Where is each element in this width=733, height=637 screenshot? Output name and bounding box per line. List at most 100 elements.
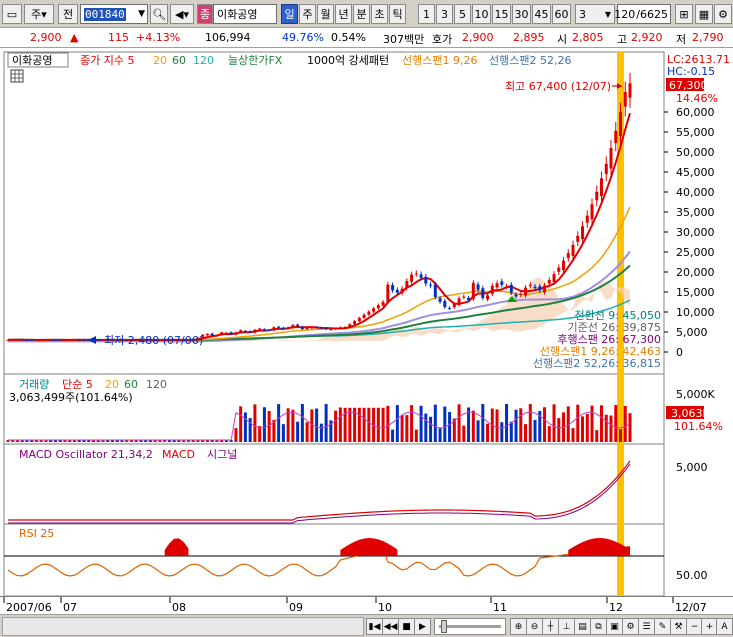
volume-legend-ma60[interactable]: 60 <box>124 378 138 391</box>
interval-select[interactable]: 3 ▼ <box>575 4 615 24</box>
interval-button[interactable]: 1 <box>418 4 435 24</box>
candle-body <box>310 327 314 329</box>
legend-pattern[interactable]: 1000억 강세패턴 <box>307 54 389 67</box>
stop-icon[interactable]: ■ <box>398 618 415 635</box>
candle-body <box>395 289 399 293</box>
crosshair-icon[interactable]: ┼ <box>542 618 559 635</box>
market-label: 주 <box>31 8 42 21</box>
volume-legend-ma[interactable]: 단순 5 <box>62 378 93 391</box>
volume-title[interactable]: 거래량 <box>19 378 49 391</box>
scroll-first-icon[interactable]: ▮◀ <box>366 618 383 635</box>
interval-button[interactable]: 5 <box>454 4 471 24</box>
ask-price-2: 2,895 <box>513 31 545 44</box>
tools-icon[interactable]: ⚒ <box>670 618 687 635</box>
period-button[interactable]: 분 <box>353 4 370 24</box>
candle-body <box>30 340 34 342</box>
time-label: 08 <box>172 601 186 614</box>
time-label: 12 <box>609 601 623 614</box>
volume-bar <box>519 408 523 442</box>
last-pct: 14.46% <box>676 92 718 105</box>
zoom-out-icon[interactable]: ⊖ <box>526 618 543 635</box>
copy-icon[interactable]: ⧉ <box>590 618 607 635</box>
search-icon[interactable]: 🔍︎ <box>150 4 168 24</box>
price-tick-label: 25,000 <box>676 246 715 259</box>
volume-bar <box>410 405 414 442</box>
candle-body <box>357 317 361 322</box>
period-button[interactable]: 주 <box>299 4 316 24</box>
price-tick-label: 15,000 <box>676 286 715 299</box>
chart-svg[interactable]: 이화공영 종가 지수 5 20 60 120 늘상한가FX 1000억 강세패턴… <box>0 48 733 597</box>
volume-legend-ma20[interactable]: 20 <box>105 378 119 391</box>
macd-y-tick: 5,000 <box>676 461 708 474</box>
volume-bar <box>552 404 556 442</box>
candle-body <box>353 321 357 325</box>
legend-ma120[interactable]: 120 <box>193 54 214 67</box>
volume-bar <box>500 422 504 442</box>
code-input[interactable]: 001840 ▼ <box>80 4 148 24</box>
candle-body <box>571 244 575 256</box>
volume-bar <box>296 421 300 442</box>
macd-title[interactable]: MACD Oscillator 21,34,2 <box>19 448 153 461</box>
window-icon[interactable]: ▭ <box>2 4 22 24</box>
legend-parabolic[interactable]: 늘상한가FX <box>228 54 283 67</box>
candle-body <box>286 327 290 329</box>
interval-button[interactable]: 60 <box>552 4 571 24</box>
period-button[interactable]: 년 <box>335 4 352 24</box>
price-change-pct: +4.13% <box>136 31 181 44</box>
macd-legend-macd[interactable]: MACD <box>162 448 195 461</box>
period-button[interactable]: 일 <box>281 4 298 24</box>
horizontal-scrollbar[interactable] <box>2 617 364 636</box>
legend-span1[interactable]: 선행스팬1 9,26 <box>402 54 477 67</box>
candle-body <box>381 302 385 306</box>
scroll-next-icon[interactable]: ▶ <box>414 618 431 635</box>
settings-icon[interactable]: ⚙ <box>714 4 732 24</box>
interval-button[interactable]: 30 <box>512 4 531 24</box>
stock-tag: 이화공영 <box>12 54 52 67</box>
chart-area[interactable]: 이화공영 종가 지수 5 20 60 120 늘상한가FX 1000억 강세패턴… <box>0 48 733 597</box>
interval-button[interactable]: 3 <box>436 4 453 24</box>
candle-body <box>11 339 15 341</box>
zoom-in-icon[interactable]: ⊕ <box>510 618 527 635</box>
prev-button[interactable]: 전 <box>58 4 78 24</box>
zoom-handle[interactable] <box>441 620 447 633</box>
indicator-icon[interactable]: ⊞ <box>675 4 693 24</box>
candle-body <box>362 314 366 318</box>
volume-legend-ma120[interactable]: 120 <box>146 378 167 391</box>
speaker-icon[interactable]: ◀▾ <box>170 4 194 24</box>
zoom-slider[interactable] <box>434 618 506 635</box>
candle-body <box>25 339 29 341</box>
ruler-icon[interactable]: ⊥ <box>558 618 575 635</box>
candle-body <box>234 332 238 335</box>
period-button[interactable]: 틱 <box>389 4 406 24</box>
legend-ma60[interactable]: 60 <box>172 54 186 67</box>
font-size-icon[interactable]: A <box>716 618 733 635</box>
candle-body <box>604 163 608 174</box>
save-icon[interactable]: ▣ <box>606 618 623 635</box>
config-icon[interactable]: ⚙ <box>622 618 639 635</box>
window-list-icon[interactable]: ☰ <box>638 618 655 635</box>
print-icon[interactable]: ▤ <box>574 618 591 635</box>
volume-bar <box>576 404 580 442</box>
rsi-title[interactable]: RSI 25 <box>19 527 54 540</box>
volume-bar <box>600 405 604 442</box>
interval-button[interactable]: 15 <box>492 4 511 24</box>
grid-icon[interactable]: ▦ <box>695 4 713 24</box>
draw-icon[interactable]: ✎ <box>654 618 671 635</box>
legend-span2[interactable]: 선행스팬2 52,26 <box>489 54 571 67</box>
candle-body <box>338 327 342 329</box>
chevron-down-icon[interactable]: ▼ <box>138 9 145 19</box>
count-input[interactable]: 120/6625 <box>614 4 671 24</box>
stock-name-field[interactable]: 이화공영 <box>213 4 277 24</box>
legend-ma20[interactable]: 20 <box>153 54 167 67</box>
legend-close[interactable]: 종가 지수 5 <box>80 54 134 67</box>
period-button[interactable]: 초 <box>371 4 388 24</box>
scroll-prev-icon[interactable]: ◀◀ <box>382 618 399 635</box>
volume-bar <box>462 425 466 442</box>
interval-button[interactable]: 10 <box>472 4 491 24</box>
table-icon[interactable] <box>10 69 24 83</box>
macd-legend-signal[interactable]: 시그널 <box>207 448 237 461</box>
interval-button[interactable]: 45 <box>532 4 551 24</box>
candle-body <box>400 288 404 294</box>
market-select[interactable]: 주 ▾ <box>24 4 54 24</box>
period-button[interactable]: 월 <box>317 4 334 24</box>
